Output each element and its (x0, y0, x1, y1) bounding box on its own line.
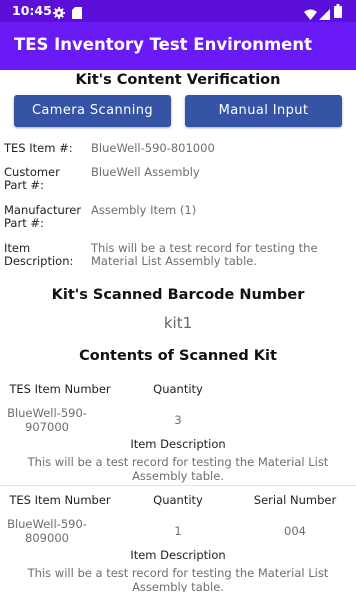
app-title: TES Inventory Test Environment (14, 35, 312, 54)
quantity-cell: 1 (174, 524, 182, 538)
gear-icon (53, 4, 65, 23)
tes-item-label: TES Item #: (4, 141, 73, 155)
manufacturer-part-value: Assembly Item (1) (91, 203, 197, 217)
kit-contents-heading: Contents of Scanned Kit (79, 348, 277, 364)
sd-card-icon (72, 4, 82, 23)
scanned-barcode-heading: Kit's Scanned Barcode Number (51, 287, 305, 303)
battery-icon (334, 3, 342, 22)
item-number-cell: BlueWell-590-907000 (7, 406, 87, 434)
verification-heading: Kit's Content Verification (75, 72, 281, 88)
item-description-text: This will be a test record for testing t… (27, 566, 329, 592)
quantity-cell: 3 (174, 413, 182, 427)
manufacturer-part-label: Manufacturer Part #: (4, 203, 82, 230)
col-tes-item-number: TES Item Number (9, 382, 111, 396)
status-time: 10:45 (12, 3, 52, 18)
col-quantity: Quantity (153, 382, 203, 396)
item-description-heading: Item Description (130, 437, 226, 451)
customer-part-value: BlueWell Assembly (91, 165, 200, 179)
row-divider (0, 485, 356, 486)
scanned-barcode-value: kit1 (163, 314, 193, 332)
app-bar: TES Inventory Test Environment (0, 22, 356, 70)
item-description-text: This will be a test record for testing t… (27, 455, 329, 483)
serial-number-cell: 004 (284, 524, 306, 538)
item-description-heading: Item Description (130, 548, 226, 562)
col-quantity: Quantity (153, 493, 203, 507)
camera-scanning-button[interactable]: Camera Scanning (14, 95, 171, 127)
customer-part-label: Customer Part #: (4, 165, 60, 192)
item-description-value: This will be a test record for testing t… (91, 241, 318, 268)
item-description-label: Item Description: (4, 241, 74, 268)
item-number-cell: BlueWell-590-809000 (7, 517, 87, 545)
manual-input-button[interactable]: Manual Input (185, 95, 342, 127)
col-serial-number: Serial Number (253, 493, 337, 507)
tes-item-value: BlueWell-590-801000 (91, 141, 215, 155)
col-tes-item-number: TES Item Number (9, 493, 111, 507)
status-bar: 10:45 (0, 0, 356, 22)
